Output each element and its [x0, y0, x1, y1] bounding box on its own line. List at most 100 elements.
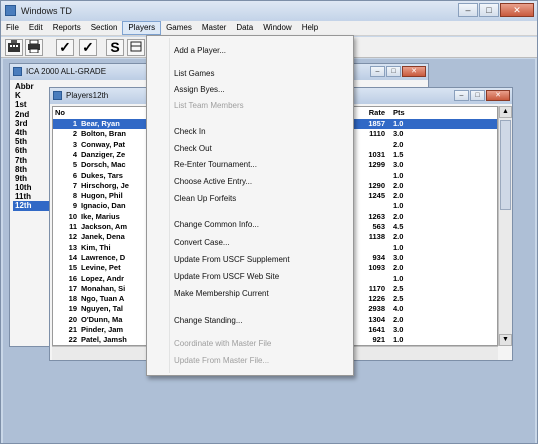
player-name: Dorsch, Mac	[81, 160, 126, 170]
menu-reports[interactable]: Reports	[48, 21, 86, 35]
toolbar-check-button[interactable]: ✓	[56, 39, 74, 56]
menu-data[interactable]: Data	[231, 21, 258, 35]
menu-item-change-common-info[interactable]: Change Common Info...	[174, 220, 259, 230]
title-bar[interactable]: Windows TD – □ ✕	[1, 1, 537, 21]
section-item-selected[interactable]: 12th	[13, 201, 49, 211]
player-points: 2.0	[393, 232, 404, 242]
menu-item-make-membership-current[interactable]: Make Membership Current	[174, 289, 269, 299]
players-close-button[interactable]: ✕	[486, 90, 510, 101]
player-points: 3.0	[393, 325, 404, 334]
menu-item-clean-up-forfeits[interactable]: Clean Up Forfeits	[174, 194, 236, 204]
pairing-icon	[130, 41, 142, 52]
minimize-button[interactable]: –	[458, 3, 478, 17]
menu-item-update-from-uscf-web-site[interactable]: Update From USCF Web Site	[174, 272, 279, 282]
toolbar-print-button[interactable]	[25, 39, 43, 56]
column-header-no[interactable]: No	[55, 108, 77, 118]
player-rating: 1299	[368, 160, 385, 170]
player-points: 3.0	[393, 160, 404, 170]
menu-item-list-games[interactable]: List Games	[174, 69, 214, 79]
section-window-controls: – □ ✕	[369, 66, 426, 77]
player-name: Ike, Marius	[81, 211, 120, 221]
menu-item-check-in[interactable]: Check In	[174, 127, 206, 137]
toolbar-pairing-button[interactable]	[127, 39, 145, 56]
player-name: Patel, Jamsh	[81, 335, 127, 345]
player-name: Kim, Thi	[81, 242, 111, 252]
menu-players[interactable]: Players	[122, 21, 162, 35]
menu-item-update-from-uscf-supplement[interactable]: Update From USCF Supplement	[174, 255, 290, 265]
menu-window[interactable]: Window	[258, 21, 296, 35]
section-item[interactable]: 5th	[13, 137, 49, 146]
section-close-button[interactable]: ✕	[402, 66, 426, 77]
section-minimize-button[interactable]: –	[370, 66, 385, 77]
player-number: 9	[72, 201, 77, 211]
scroll-up-arrow[interactable]: ▲	[499, 106, 512, 118]
player-name: Pinder, Jam	[81, 325, 124, 334]
player-number: 20	[68, 314, 77, 324]
maximize-button[interactable]: □	[479, 3, 499, 17]
section-item[interactable]: 6th	[13, 146, 49, 155]
column-header-pts[interactable]: Pts	[393, 108, 405, 118]
player-number: 4	[72, 149, 77, 159]
menu-games[interactable]: Games	[161, 21, 197, 35]
player-number: 10	[68, 211, 77, 221]
close-button[interactable]: ✕	[500, 3, 534, 17]
player-rating: 1138	[368, 232, 385, 242]
player-number: 21	[68, 325, 77, 334]
section-item[interactable]: 1st	[13, 100, 49, 109]
menu-file[interactable]: File	[1, 21, 24, 35]
toolbar-check-all-button[interactable]: ✓	[79, 39, 97, 56]
menu-master[interactable]: Master	[197, 21, 231, 35]
player-rating: 934	[372, 252, 385, 262]
player-rating: 1245	[368, 191, 385, 201]
player-points: 1.0	[393, 170, 404, 180]
menu-item-re-enter-tournament[interactable]: Re-Enter Tournament...	[174, 160, 257, 170]
menu-item-convert-case[interactable]: Convert Case...	[174, 238, 230, 248]
app-icon	[5, 5, 16, 16]
section-maximize-button[interactable]: □	[386, 66, 401, 77]
section-item[interactable]: 9th	[13, 174, 49, 183]
player-points: 2.5	[393, 283, 404, 293]
scroll-down-arrow[interactable]: ▼	[499, 334, 512, 346]
player-points: 2.0	[393, 191, 404, 201]
section-item[interactable]: K	[13, 91, 49, 100]
section-item[interactable]: 8th	[13, 165, 49, 174]
toolbar-standings-button[interactable]: S	[106, 39, 124, 56]
scroll-thumb[interactable]	[500, 120, 511, 210]
menu-help[interactable]: Help	[297, 21, 323, 35]
menu-edit[interactable]: Edit	[24, 21, 48, 35]
toolbar-new-button[interactable]	[5, 39, 23, 56]
player-points: 4.5	[393, 222, 404, 231]
players-window-icon	[53, 91, 62, 100]
column-header-rate[interactable]: Rate	[363, 108, 385, 118]
menu-item-add-a-player[interactable]: Add a Player...	[174, 46, 226, 56]
player-number: 15	[68, 263, 77, 273]
menu-item-choose-active-entry[interactable]: Choose Active Entry...	[174, 177, 252, 187]
player-rating: 1170	[368, 283, 385, 293]
section-item[interactable]: 4th	[13, 128, 49, 137]
menu-item-assign-byes[interactable]: Assign Byes...	[174, 85, 225, 95]
player-name: Hugon, Phil	[81, 191, 123, 201]
menu-section[interactable]: Section	[86, 21, 123, 35]
player-rating: 1304	[368, 314, 385, 324]
player-rating: 1263	[368, 211, 385, 221]
player-points: 1.0	[393, 119, 404, 128]
section-item[interactable]: 11th	[13, 192, 49, 201]
section-item[interactable]: 10th	[13, 183, 49, 192]
section-item[interactable]: 2nd	[13, 110, 49, 119]
player-rating: 1226	[368, 294, 385, 304]
player-points: 2.0	[393, 263, 404, 273]
players-minimize-button[interactable]: –	[454, 90, 469, 101]
player-name: Jackson, Am	[81, 222, 127, 231]
players-maximize-button[interactable]: □	[470, 90, 485, 101]
players-vertical-scrollbar[interactable]: ▲ ▼	[498, 106, 512, 346]
player-rating: 2938	[368, 304, 385, 314]
section-item[interactable]: 7th	[13, 156, 49, 165]
menu-item-check-out[interactable]: Check Out	[174, 144, 212, 154]
player-name: Bolton, Bran	[81, 129, 126, 139]
player-rating: 1641	[368, 325, 385, 334]
section-item[interactable]: 3rd	[13, 119, 49, 128]
menu-item-change-standing[interactable]: Change Standing...	[174, 316, 243, 326]
player-rating: 1110	[369, 129, 385, 139]
player-number: 5	[72, 160, 77, 170]
player-name: Lopez, Andr	[81, 273, 125, 283]
